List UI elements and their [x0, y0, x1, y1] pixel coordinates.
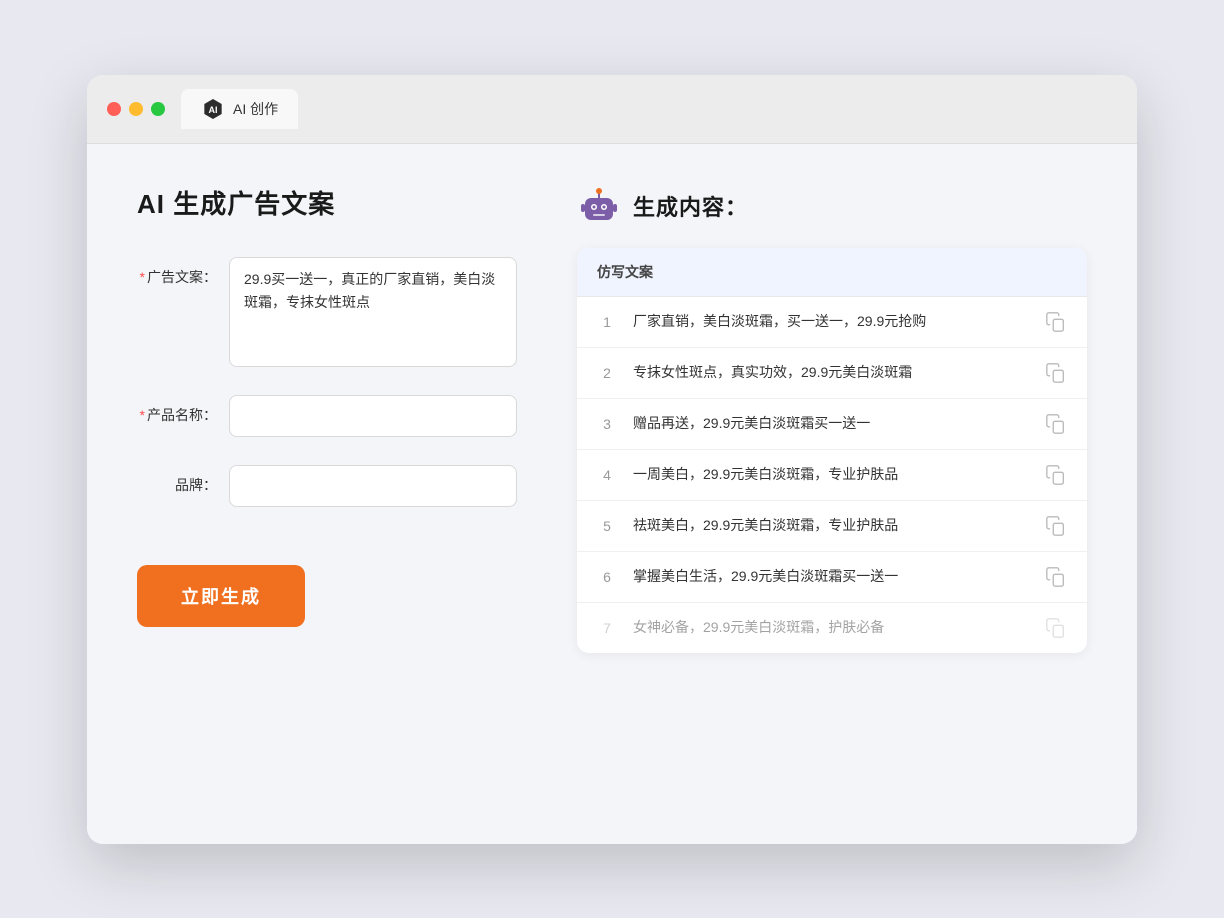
- product-name-input[interactable]: 美白淡斑霜: [229, 395, 517, 437]
- row-number: 2: [597, 365, 617, 381]
- copy-icon[interactable]: [1045, 566, 1067, 588]
- tab-label: AI 创作: [233, 99, 278, 119]
- maximize-button[interactable]: [151, 102, 165, 116]
- row-text: 掌握美白生活，29.9元美白淡斑霜买一送一: [633, 566, 1029, 587]
- row-text: 专抹女性斑点，真实功效，29.9元美白淡斑霜: [633, 362, 1029, 383]
- required-star: *: [140, 269, 145, 285]
- result-row: 4 一周美白，29.9元美白淡斑霜，专业护肤品: [577, 450, 1087, 501]
- row-number: 7: [597, 620, 617, 636]
- results-column-header: 仿写文案: [577, 248, 1087, 297]
- brand-label: 品牌：: [137, 465, 217, 495]
- copy-icon[interactable]: [1045, 362, 1067, 384]
- row-number: 4: [597, 467, 617, 483]
- ai-icon: AI: [201, 97, 225, 121]
- close-button[interactable]: [107, 102, 121, 116]
- title-bar: AI AI 创作: [87, 75, 1137, 144]
- copy-icon[interactable]: [1045, 617, 1067, 639]
- brand-group: 品牌： 好白: [137, 465, 517, 507]
- tab-ai[interactable]: AI AI 创作: [181, 89, 298, 129]
- submit-button[interactable]: 立即生成: [137, 565, 305, 627]
- right-panel: 生成内容： 仿写文案 1 厂家直销，美白淡斑霜，买一送一，29.9元抢购 2 专…: [577, 184, 1087, 804]
- row-text: 赠品再送，29.9元美白淡斑霜买一送一: [633, 413, 1029, 434]
- result-row: 6 掌握美白生活，29.9元美白淡斑霜买一送一: [577, 552, 1087, 603]
- page-title: AI 生成广告文案: [137, 184, 517, 221]
- row-text: 一周美白，29.9元美白淡斑霜，专业护肤品: [633, 464, 1029, 485]
- product-name-label: *产品名称：: [137, 395, 217, 425]
- row-number: 5: [597, 518, 617, 534]
- results-title: 生成内容：: [633, 190, 748, 222]
- copy-icon[interactable]: [1045, 413, 1067, 435]
- brand-input[interactable]: 好白: [229, 465, 517, 507]
- result-row: 3 赠品再送，29.9元美白淡斑霜买一送一: [577, 399, 1087, 450]
- copy-icon[interactable]: [1045, 311, 1067, 333]
- copy-icon[interactable]: [1045, 464, 1067, 486]
- results-rows: 1 厂家直销，美白淡斑霜，买一送一，29.9元抢购 2 专抹女性斑点，真实功效，…: [577, 297, 1087, 653]
- row-text: 女神必备，29.9元美白淡斑霜，护肤必备: [633, 617, 1029, 638]
- ad-copy-input[interactable]: 29.9买一送一，真正的厂家直销，美白淡斑霜，专抹女性斑点: [229, 257, 517, 367]
- browser-window: AI AI 创作 AI 生成广告文案 *广告文案： 29.9买一送一，真正的厂家…: [87, 75, 1137, 844]
- row-number: 6: [597, 569, 617, 585]
- row-text: 厂家直销，美白淡斑霜，买一送一，29.9元抢购: [633, 311, 1029, 332]
- main-content: AI 生成广告文案 *广告文案： 29.9买一送一，真正的厂家直销，美白淡斑霜，…: [87, 144, 1137, 844]
- ad-copy-group: *广告文案： 29.9买一送一，真正的厂家直销，美白淡斑霜，专抹女性斑点: [137, 257, 517, 367]
- row-text: 祛斑美白，29.9元美白淡斑霜，专业护肤品: [633, 515, 1029, 536]
- robot-icon: [577, 184, 621, 228]
- result-row: 2 专抹女性斑点，真实功效，29.9元美白淡斑霜: [577, 348, 1087, 399]
- traffic-lights: [107, 102, 165, 116]
- row-number: 3: [597, 416, 617, 432]
- results-table: 仿写文案 1 厂家直销，美白淡斑霜，买一送一，29.9元抢购 2 专抹女性斑点，…: [577, 248, 1087, 653]
- left-panel: AI 生成广告文案 *广告文案： 29.9买一送一，真正的厂家直销，美白淡斑霜，…: [137, 184, 517, 804]
- result-row: 1 厂家直销，美白淡斑霜，买一送一，29.9元抢购: [577, 297, 1087, 348]
- right-header: 生成内容：: [577, 184, 1087, 228]
- minimize-button[interactable]: [129, 102, 143, 116]
- required-star2: *: [140, 407, 145, 423]
- copy-icon[interactable]: [1045, 515, 1067, 537]
- ad-copy-label: *广告文案：: [137, 257, 217, 287]
- row-number: 1: [597, 314, 617, 330]
- svg-text:AI: AI: [209, 105, 218, 115]
- product-name-group: *产品名称： 美白淡斑霜: [137, 395, 517, 437]
- result-row: 5 祛斑美白，29.9元美白淡斑霜，专业护肤品: [577, 501, 1087, 552]
- result-row: 7 女神必备，29.9元美白淡斑霜，护肤必备: [577, 603, 1087, 653]
